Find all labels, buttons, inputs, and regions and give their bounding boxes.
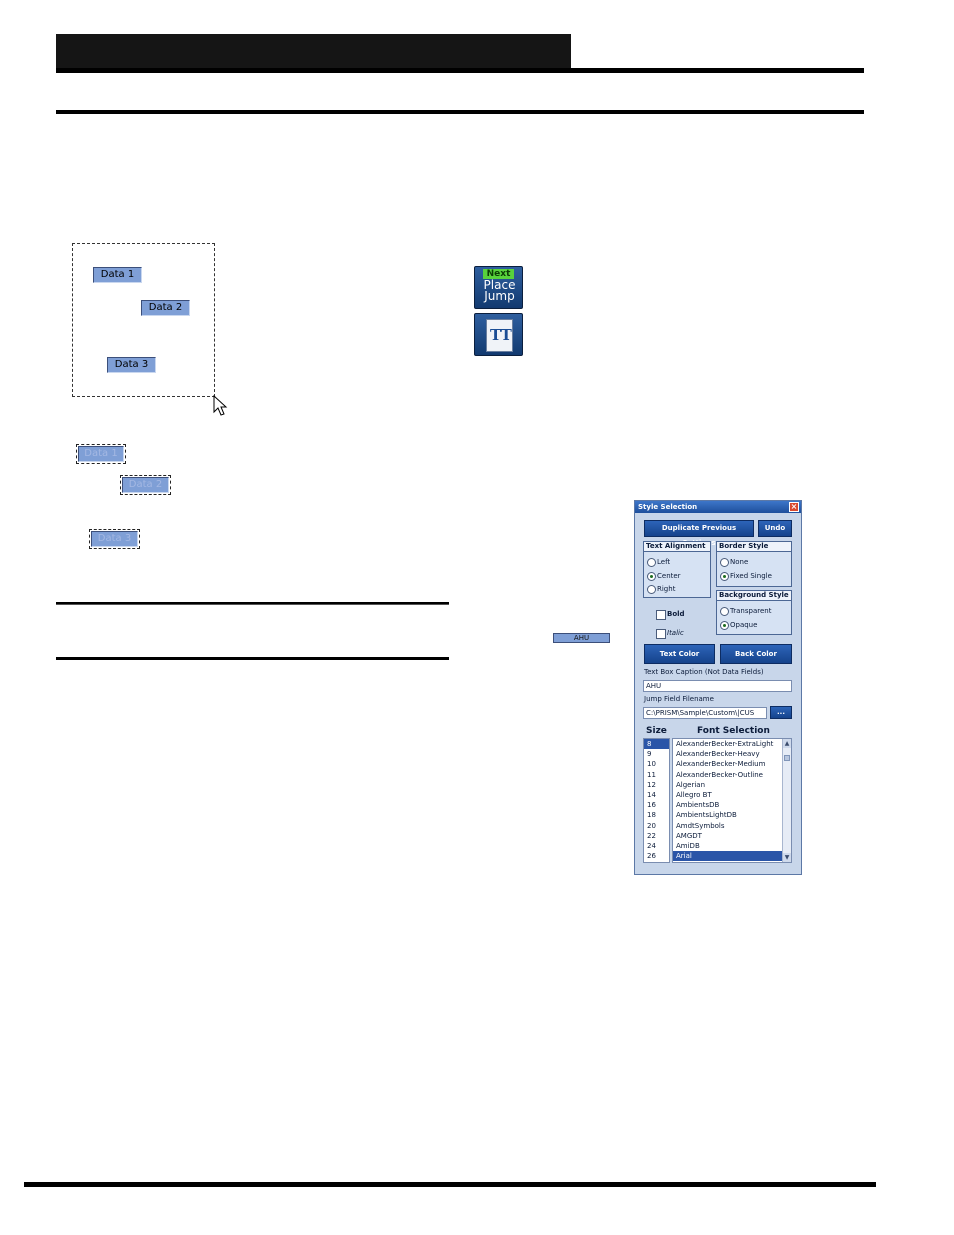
bold-checkbox[interactable]: Bold (656, 609, 685, 620)
data-field-1[interactable]: Data 1 (93, 267, 142, 283)
selected-data-field-1[interactable]: Data 1 (76, 444, 126, 464)
font-item[interactable]: Allegro BT (673, 790, 791, 800)
text-tool-glyph: TT (490, 326, 512, 344)
size-item[interactable]: 11 (644, 770, 669, 780)
size-item[interactable]: 14 (644, 790, 669, 800)
scroll-up-icon[interactable]: ▲ (783, 739, 791, 748)
font-item[interactable]: AmbientsLightDB (673, 810, 791, 820)
align-center-radio[interactable]: Center (647, 571, 681, 581)
text-alignment-group: Text Alignment Left Center Right (643, 541, 711, 598)
size-item[interactable]: 16 (644, 800, 669, 810)
duplicate-previous-settings-button[interactable]: Duplicate Previous Settings (644, 520, 754, 547)
data-field-2[interactable]: Data 2 (141, 300, 190, 316)
close-icon[interactable]: × (789, 502, 799, 512)
font-item[interactable]: AlexanderBecker-Outline (673, 770, 791, 780)
header-bar (56, 34, 571, 69)
dialog-title: Style Selection (638, 503, 698, 511)
scroll-thumb[interactable] (784, 755, 790, 761)
scroll-down-icon[interactable]: ▼ (783, 853, 791, 862)
border-style-group: Border Style None Fixed Single (716, 541, 792, 587)
background-style-group: Background Style Transparent Opaque (716, 590, 792, 635)
caption-label: Text Box Caption (Not Data Fields) (644, 668, 764, 676)
jump-filename-input[interactable]: C:\PRISM\Sample\Custom\|CUS (643, 707, 767, 719)
size-item[interactable]: 8 (644, 739, 669, 750)
font-list-scrollbar[interactable]: ▲ ▼ (782, 739, 791, 862)
size-list[interactable]: 8 9 10 11 12 14 16 18 20 22 24 26 (643, 738, 670, 863)
place-jump-label: Place Jump (475, 279, 524, 303)
background-style-title: Background Style (717, 591, 791, 601)
footer-rule (24, 1182, 876, 1187)
size-item[interactable]: 26 (644, 851, 669, 861)
font-item[interactable]: Arial (673, 851, 782, 862)
back-color-button[interactable]: Back Color (720, 644, 792, 664)
size-item[interactable]: 18 (644, 810, 669, 820)
size-item[interactable]: 9 (644, 749, 669, 759)
selected-data-field-2[interactable]: Data 2 (120, 475, 171, 495)
next-place-jump-button[interactable]: Next Place Jump (474, 266, 523, 309)
border-style-title: Border Style (717, 542, 791, 552)
font-item[interactable]: Algerian (673, 780, 791, 790)
size-item[interactable]: 24 (644, 841, 669, 851)
text-tool-button[interactable]: TT (474, 313, 523, 356)
jump-label: Jump (484, 289, 515, 303)
font-item[interactable]: AlexanderBecker-Heavy (673, 749, 791, 759)
section-divider-bottom (56, 657, 449, 660)
undo-button[interactable]: Undo (758, 520, 792, 537)
header-rule-top (56, 68, 864, 73)
mouse-cursor-icon (213, 395, 228, 416)
size-header: Size (646, 726, 667, 736)
text-tool-icon: TT (486, 319, 513, 352)
font-selection-header: Font Selection (697, 726, 770, 736)
font-item[interactable]: AmbientsDB (673, 800, 791, 810)
text-color-button[interactable]: Text Color (644, 644, 715, 664)
italic-checkbox[interactable]: Italic (656, 628, 684, 639)
jump-filename-label: Jump Field Filename (644, 695, 714, 703)
size-item[interactable]: 20 (644, 821, 669, 831)
background-transparent-radio[interactable]: Transparent (720, 606, 771, 616)
section-divider-top (56, 602, 449, 605)
size-item[interactable]: 22 (644, 831, 669, 841)
caption-input[interactable]: AHU (643, 680, 792, 692)
align-left-radio[interactable]: Left (647, 557, 670, 567)
font-item[interactable]: AMGDT (673, 831, 791, 841)
border-fixed-single-radio[interactable]: Fixed Single (720, 571, 772, 581)
size-item[interactable]: 10 (644, 759, 669, 769)
align-right-radio[interactable]: Right (647, 584, 675, 594)
data-field-3[interactable]: Data 3 (107, 357, 156, 373)
selected-data-field-3[interactable]: Data 3 (89, 529, 140, 549)
font-item[interactable]: AmdtSymbols (673, 821, 791, 831)
background-opaque-radio[interactable]: Opaque (720, 620, 757, 630)
font-item[interactable]: AlexanderBecker-Medium (673, 759, 791, 769)
style-selection-dialog: Style Selection × Duplicate Previous Set… (634, 500, 802, 875)
ahu-preview-field[interactable]: AHU (553, 633, 610, 643)
text-alignment-title: Text Alignment (644, 542, 710, 552)
browse-button[interactable]: ... (770, 706, 792, 719)
size-item[interactable]: 12 (644, 780, 669, 790)
font-item[interactable]: AlexanderBecker-ExtraLight (673, 739, 791, 749)
dialog-title-bar: Style Selection × (635, 501, 801, 513)
font-list[interactable]: AlexanderBecker-ExtraLight AlexanderBeck… (672, 738, 792, 863)
border-none-radio[interactable]: None (720, 557, 748, 567)
header-rule-bottom (56, 110, 864, 114)
font-item[interactable]: AmiDB (673, 841, 791, 851)
